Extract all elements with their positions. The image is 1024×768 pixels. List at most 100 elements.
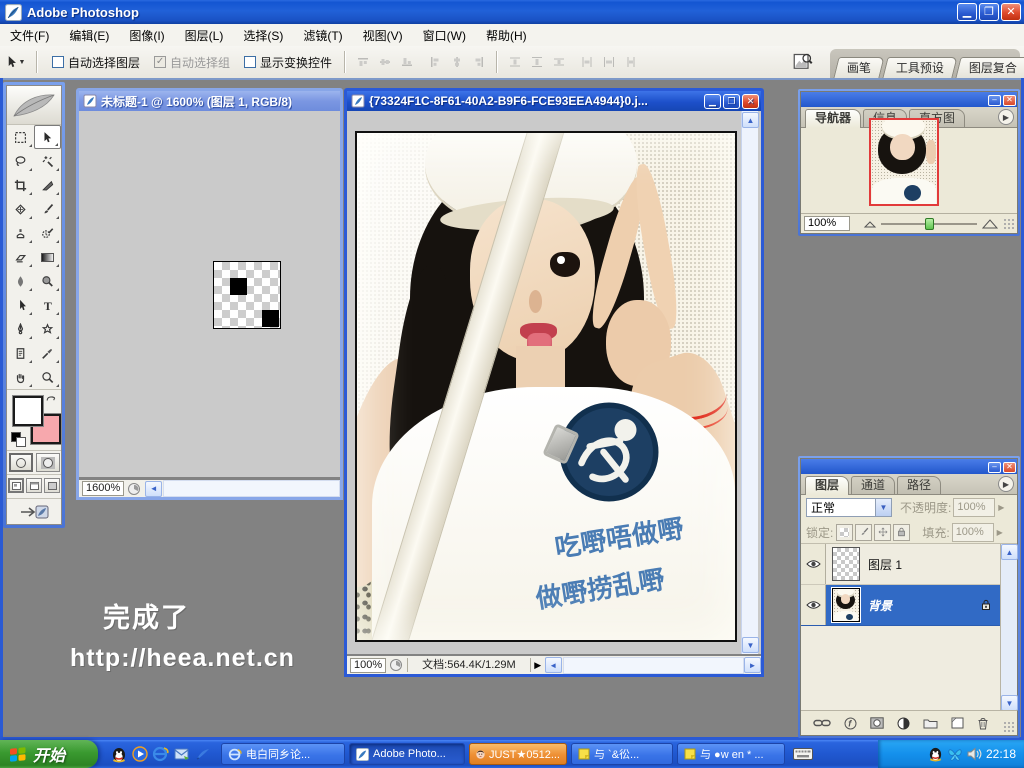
tab-tool-presets[interactable]: 工具预设 (882, 57, 957, 78)
speaker-tray-icon[interactable] (967, 747, 982, 761)
fullscreen-menubar-button[interactable] (26, 478, 42, 493)
new-layer-icon[interactable] (951, 717, 964, 729)
menu-layer[interactable]: 图层(L) (175, 24, 234, 47)
doc2-close-button[interactable]: ✕ (742, 94, 759, 109)
close-button[interactable]: ✕ (1001, 3, 1021, 21)
menu-help[interactable]: 帮助(H) (476, 24, 537, 47)
start-button[interactable]: 开始 (0, 740, 98, 768)
doc2-titlebar[interactable]: {73324F1C-8F61-40A2-B9F6-FCE93EEA4944}0.… (347, 91, 761, 111)
gradient-tool[interactable] (34, 245, 61, 269)
tray-clock[interactable]: 22:18 (986, 747, 1016, 761)
doc1-status-icon[interactable] (127, 482, 141, 496)
menu-image[interactable]: 图像(I) (119, 24, 174, 47)
type-tool[interactable]: T (34, 293, 61, 317)
auto-select-layer-checkbox[interactable] (52, 56, 64, 68)
foreground-color-swatch[interactable] (13, 396, 43, 426)
menu-filter[interactable]: 滤镜(T) (293, 24, 352, 47)
fill-arrow-icon[interactable]: ▶ (994, 528, 1006, 537)
minimize-button[interactable]: ▁ (957, 3, 977, 21)
swap-colors-icon[interactable] (45, 394, 58, 407)
layers-menu-arrow[interactable]: ▶ (998, 476, 1014, 492)
resize-grip[interactable] (1003, 218, 1015, 230)
blur-tool[interactable] (7, 269, 34, 293)
doc2-status-icon[interactable] (389, 658, 403, 672)
zoom-out-icon[interactable] (863, 219, 877, 229)
keyboard-tray-icon[interactable] (793, 747, 813, 761)
lock-paint-button[interactable] (855, 524, 872, 541)
taskbutton-chat-1[interactable]: 与 `&彸... (571, 743, 673, 765)
menu-view[interactable]: 视图(V) (353, 24, 413, 47)
layer-style-icon[interactable]: f (844, 717, 857, 730)
doc2-vscroll-down-arrow[interactable]: ▼ (742, 637, 759, 653)
document-window-untitled[interactable]: 未标题-1 @ 1600% (图层 1, RGB/8) 1600% ◄ (76, 88, 343, 500)
layer-mask-icon[interactable] (870, 717, 884, 729)
eyedropper-tool[interactable] (34, 341, 61, 365)
layer1-thumbnail[interactable] (832, 547, 860, 581)
tab-layers[interactable]: 图层 (805, 476, 849, 495)
layer1-name[interactable]: 图层 1 (868, 556, 902, 573)
taskbutton-ie-forum[interactable]: 电白同乡论... (221, 743, 345, 765)
doc1-zoom-field[interactable]: 1600% (82, 481, 124, 496)
slice-tool[interactable] (34, 173, 61, 197)
ie-quicklaunch-icon[interactable] (151, 745, 170, 764)
rectangular-marquee-tool[interactable] (7, 125, 34, 149)
doc2-hscroll-track[interactable] (563, 657, 744, 674)
doc2-zoom-field[interactable]: 100% (350, 658, 386, 673)
fullscreen-button[interactable] (44, 478, 60, 493)
doc1-hscroll-left-arrow[interactable]: ◄ (145, 481, 162, 497)
pen-tool[interactable] (7, 317, 34, 341)
blend-mode-select[interactable]: 正常 ▼ (806, 498, 892, 517)
tab-navigator[interactable]: 导航器 (805, 109, 861, 128)
move-tool[interactable] (34, 125, 61, 149)
clone-stamp-tool[interactable] (7, 221, 34, 245)
eraser-tool[interactable] (7, 245, 34, 269)
layers-scroll-up-arrow[interactable]: ▲ (1001, 544, 1018, 560)
doc1-hscroll-track[interactable] (163, 480, 340, 497)
layer2-name[interactable]: 背景 (868, 597, 892, 614)
app-titlebar[interactable]: Adobe Photoshop ▁ ❐ ✕ (0, 0, 1024, 24)
opacity-arrow-icon[interactable]: ▶ (995, 503, 1007, 512)
healing-brush-tool[interactable] (7, 197, 34, 221)
hand-tool[interactable] (7, 365, 34, 389)
path-selection-tool[interactable] (7, 293, 34, 317)
visibility-toggle[interactable] (801, 544, 826, 584)
doc1-titlebar[interactable]: 未标题-1 @ 1600% (图层 1, RGB/8) (79, 91, 340, 111)
quick-mask-mode-button[interactable] (36, 453, 60, 472)
navigator-zoom-field[interactable]: 100% (804, 216, 850, 231)
resize-grip[interactable] (1003, 721, 1015, 733)
tab-layer-comps[interactable]: 图层复合 (955, 57, 1024, 78)
menu-edit[interactable]: 编辑(E) (59, 24, 119, 47)
jump-to-imageready-button[interactable] (7, 498, 61, 525)
link-layers-icon[interactable] (813, 718, 831, 728)
doc2-hscroll-left-arrow[interactable]: ◄ (545, 657, 562, 673)
pen-quicklaunch-icon[interactable] (193, 745, 212, 764)
standard-screen-button[interactable] (8, 478, 24, 493)
menu-file[interactable]: 文件(F) (0, 24, 59, 47)
outlook-express-quicklaunch-icon[interactable] (172, 745, 191, 764)
adjustment-layer-icon[interactable] (897, 717, 910, 730)
fill-field[interactable]: 100% (952, 523, 994, 542)
taskbutton-chat-2[interactable]: 与 ●w en * ... (677, 743, 785, 765)
doc2-maximize-button[interactable]: ❐ (723, 94, 740, 109)
zoom-tool[interactable] (34, 365, 61, 389)
lock-transparency-button[interactable] (836, 524, 853, 541)
delete-layer-trash-icon[interactable] (977, 717, 989, 730)
photo-canvas[interactable]: 吃嘢唔做嘢 做嘢捞乱嘢 (355, 131, 737, 642)
new-group-icon[interactable] (923, 717, 938, 729)
qq-tray-icon[interactable] (928, 746, 943, 762)
show-transform-checkbox[interactable] (244, 56, 256, 68)
visibility-toggle[interactable] (801, 585, 826, 625)
layers-minimize-button[interactable]: – (988, 462, 1001, 473)
brush-tool[interactable] (34, 197, 61, 221)
doc1-canvas[interactable] (213, 261, 281, 329)
document-window-photo[interactable]: {73324F1C-8F61-40A2-B9F6-FCE93EEA4944}0.… (344, 88, 764, 677)
tab-paths[interactable]: 路径 (897, 476, 941, 494)
doc2-vscrollbar[interactable]: ▲ ▼ (741, 111, 758, 654)
toolbox-palette[interactable]: T (3, 82, 65, 528)
taskbutton-qq-chat[interactable]: JUST★0512... (469, 743, 567, 765)
layer-row-1[interactable]: 图层 1 (801, 544, 1001, 585)
lasso-tool[interactable] (7, 149, 34, 173)
tab-channels[interactable]: 通道 (851, 476, 895, 494)
layers-titlebar[interactable]: – ✕ (801, 459, 1017, 474)
menu-window[interactable]: 窗口(W) (413, 24, 476, 47)
